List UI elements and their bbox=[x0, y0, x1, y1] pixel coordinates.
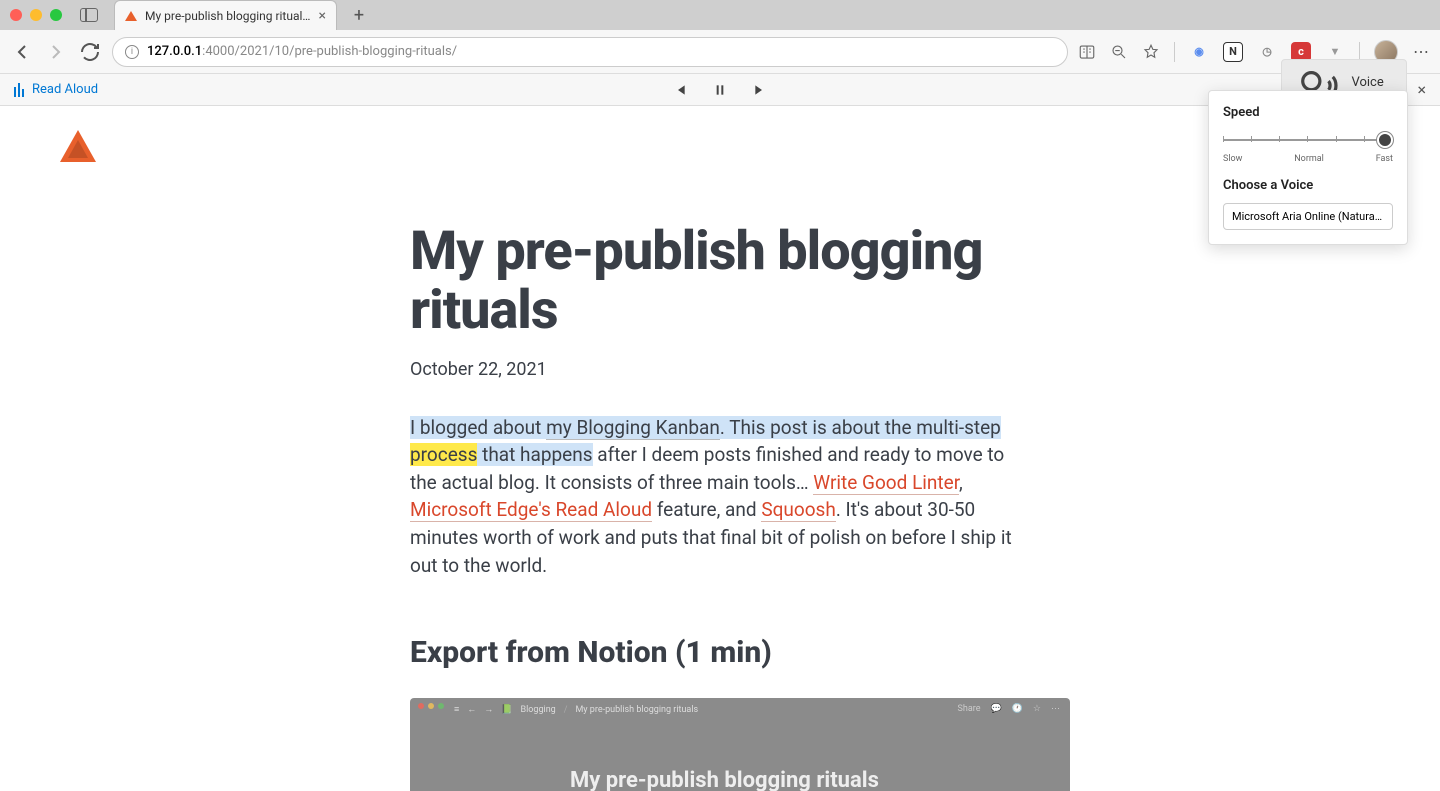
article-body: I blogged about my Blogging Kanban. This… bbox=[410, 414, 1030, 579]
notion-breadcrumb: ≡←→ 📗Blogging/My pre-publish blogging ri… bbox=[454, 704, 698, 715]
refresh-button[interactable] bbox=[78, 40, 102, 64]
window-controls bbox=[10, 9, 62, 21]
browser-toolbar: i 127.0.0.1:4000/2021/10/pre-publish-blo… bbox=[0, 30, 1440, 74]
article-title: My pre-publish blogging rituals bbox=[410, 222, 1030, 341]
voice-options-panel: Speed Slow Normal Fast Choose a Voice Mi… bbox=[1208, 90, 1408, 245]
speed-heading: Speed bbox=[1223, 105, 1393, 120]
maximize-window-button[interactable] bbox=[50, 9, 62, 21]
next-button[interactable] bbox=[752, 82, 768, 98]
previous-button[interactable] bbox=[672, 82, 688, 98]
site-logo[interactable] bbox=[60, 130, 96, 162]
link-write-good[interactable]: Write Good Linter bbox=[813, 471, 959, 495]
zoom-icon[interactable] bbox=[1110, 43, 1128, 61]
minimize-window-button[interactable] bbox=[30, 9, 42, 21]
extension-icon-1[interactable]: ◉ bbox=[1189, 42, 1209, 62]
extension-icon-3[interactable]: ◷ bbox=[1257, 42, 1277, 62]
notion-title: My pre-publish blogging rituals bbox=[570, 768, 1030, 791]
pause-button[interactable] bbox=[712, 82, 728, 98]
speed-slider[interactable] bbox=[1223, 130, 1393, 150]
forward-button[interactable] bbox=[44, 40, 68, 64]
article: My pre-publish blogging rituals October … bbox=[390, 222, 1050, 791]
article-h2: Export from Notion (1 min) bbox=[410, 635, 1030, 670]
link-edge-read-aloud[interactable]: Microsoft Edge's Read Aloud bbox=[410, 498, 652, 522]
title-bar: My pre-publish blogging ritual… × + bbox=[0, 0, 1440, 30]
back-button[interactable] bbox=[10, 40, 34, 64]
favicon-icon bbox=[125, 11, 137, 21]
read-aloud-label: Read Aloud bbox=[32, 82, 98, 97]
voice-select[interactable]: Microsoft Aria Online (Natural) - En bbox=[1223, 203, 1393, 230]
audio-bars-icon bbox=[14, 83, 24, 97]
site-info-icon[interactable]: i bbox=[125, 45, 139, 59]
sidebar-toggle-icon[interactable] bbox=[80, 8, 98, 22]
favorites-icon[interactable] bbox=[1142, 43, 1160, 61]
article-date: October 22, 2021 bbox=[410, 359, 1030, 380]
reader-mode-icon[interactable] bbox=[1078, 43, 1096, 61]
url-text: 127.0.0.1:4000/2021/10/pre-publish-blogg… bbox=[147, 44, 457, 59]
tab-title: My pre-publish blogging ritual… bbox=[145, 9, 310, 23]
read-aloud-indicator: Read Aloud bbox=[14, 82, 98, 97]
current-word-highlight: process bbox=[410, 443, 477, 466]
browser-tab[interactable]: My pre-publish blogging ritual… × bbox=[114, 0, 337, 30]
close-read-aloud-button[interactable]: × bbox=[1417, 80, 1426, 99]
link-blogging-kanban[interactable]: my Blogging Kanban bbox=[546, 416, 720, 440]
new-tab-button[interactable]: + bbox=[345, 1, 373, 29]
toolbar-divider bbox=[1174, 42, 1175, 62]
speed-slow-label: Slow bbox=[1223, 154, 1242, 164]
extension-notion-icon[interactable]: N bbox=[1223, 42, 1243, 62]
link-squoosh[interactable]: Squoosh bbox=[761, 498, 836, 522]
address-bar[interactable]: i 127.0.0.1:4000/2021/10/pre-publish-blo… bbox=[112, 37, 1068, 67]
close-tab-button[interactable]: × bbox=[318, 8, 325, 24]
choose-voice-heading: Choose a Voice bbox=[1223, 178, 1393, 193]
notion-actions: Share💬🕐☆⋯ bbox=[958, 704, 1060, 714]
speed-slider-thumb[interactable] bbox=[1377, 132, 1393, 148]
speed-fast-label: Fast bbox=[1376, 154, 1393, 164]
close-window-button[interactable] bbox=[10, 9, 22, 21]
speed-normal-label: Normal bbox=[1294, 154, 1324, 164]
notion-screenshot: ≡←→ 📗Blogging/My pre-publish blogging ri… bbox=[410, 698, 1070, 791]
